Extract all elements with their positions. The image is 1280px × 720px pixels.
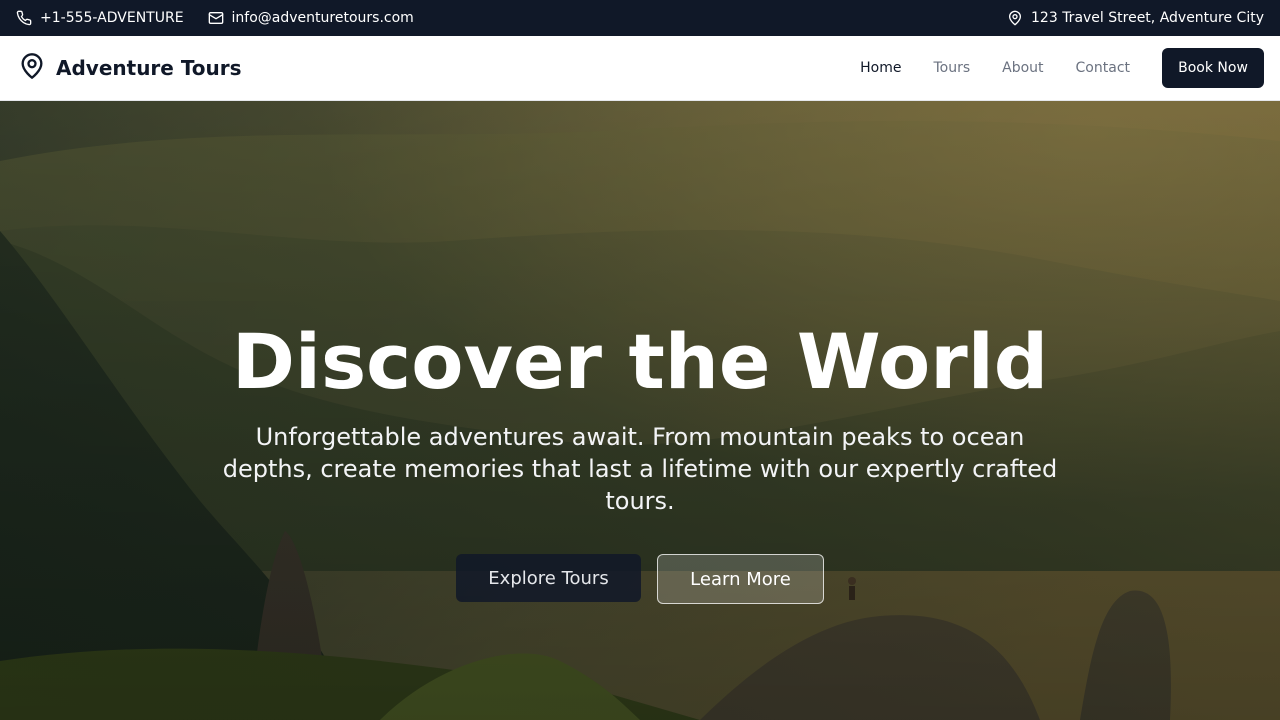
brand-name: Adventure Tours bbox=[56, 56, 242, 80]
map-pin-icon bbox=[1007, 10, 1023, 26]
address-info: 123 Travel Street, Adventure City bbox=[1007, 10, 1264, 26]
mail-icon bbox=[208, 10, 224, 26]
hero-title: Discover the World bbox=[231, 317, 1049, 406]
email-text: info@adventuretours.com bbox=[231, 10, 414, 26]
nav-link-tours[interactable]: Tours bbox=[933, 60, 970, 76]
map-pin-icon bbox=[18, 51, 46, 85]
book-now-button[interactable]: Book Now bbox=[1162, 48, 1264, 88]
top-info-bar: +1-555-ADVENTURE info@adventuretours.com… bbox=[0, 0, 1280, 36]
main-navbar: Adventure Tours Home Tours About Contact… bbox=[0, 36, 1280, 101]
address-text: 123 Travel Street, Adventure City bbox=[1031, 10, 1264, 26]
hero-actions: Explore Tours Learn More bbox=[0, 554, 1280, 604]
brand-logo[interactable]: Adventure Tours bbox=[18, 51, 242, 85]
explore-tours-button[interactable]: Explore Tours bbox=[456, 554, 641, 602]
nav-menu: Home Tours About Contact Book Now bbox=[860, 48, 1264, 88]
phone-text: +1-555-ADVENTURE bbox=[40, 10, 184, 26]
learn-more-button[interactable]: Learn More bbox=[657, 554, 824, 604]
phone-contact[interactable]: +1-555-ADVENTURE bbox=[16, 10, 184, 26]
nav-link-about[interactable]: About bbox=[1002, 60, 1043, 76]
nav-link-home[interactable]: Home bbox=[860, 60, 901, 76]
contact-group: +1-555-ADVENTURE info@adventuretours.com bbox=[16, 10, 414, 26]
hero-subtitle: Unforgettable adventures await. From mou… bbox=[222, 423, 1058, 515]
hero-section: Discover the World Unforgettable adventu… bbox=[0, 101, 1280, 720]
email-contact[interactable]: info@adventuretours.com bbox=[208, 10, 414, 26]
phone-icon bbox=[16, 10, 32, 26]
hero-content: Discover the World Unforgettable adventu… bbox=[0, 101, 1280, 720]
nav-link-contact[interactable]: Contact bbox=[1076, 60, 1130, 76]
